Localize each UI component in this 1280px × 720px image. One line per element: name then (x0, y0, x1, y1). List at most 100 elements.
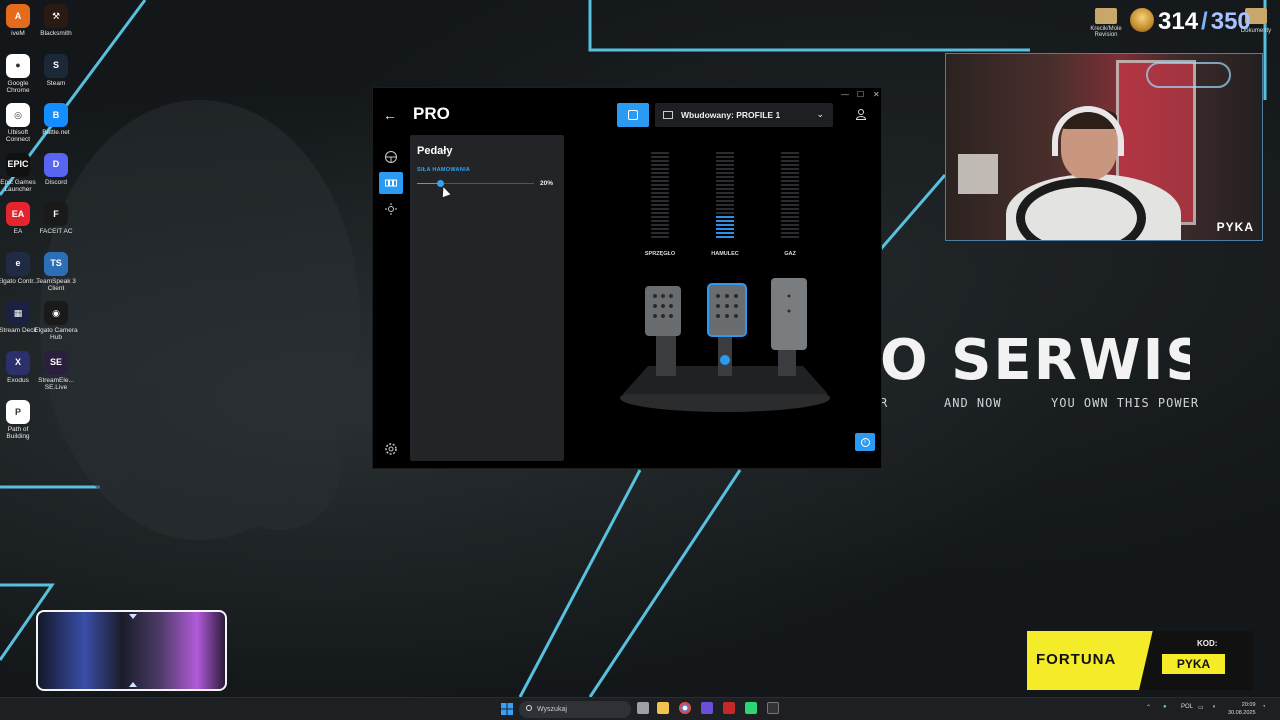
gaming-software-window: — ☐ ✕ ← PRO Wbudowany: PROFILE 1 ⌄ Pedał… (372, 87, 882, 469)
meter-segment (716, 192, 734, 194)
desktop-icon[interactable]: D Discord (34, 152, 78, 186)
lighting-icon[interactable] (384, 202, 398, 216)
task-view-icon[interactable] (637, 702, 649, 714)
webcam-name-tag: PYKA (1216, 220, 1254, 234)
back-arrow-icon[interactable]: ← (383, 107, 397, 123)
minimize-button[interactable]: — (841, 90, 849, 99)
meter-segment (716, 232, 734, 234)
pedal-meter (781, 152, 799, 242)
meter-segment (651, 160, 669, 162)
meter-segment (781, 168, 799, 170)
desktop-icon[interactable]: B Battle.net (34, 103, 78, 136)
meter-segment (651, 196, 669, 198)
meter-segment (781, 200, 799, 202)
meter-segment (651, 172, 669, 174)
search-icon (526, 705, 532, 711)
app-icon: ⚒ (44, 4, 68, 28)
chip-icon (628, 110, 638, 120)
desktop-icon[interactable]: S Steam (34, 53, 78, 87)
meter-segment (781, 156, 799, 158)
overlay-title: O SERWIS (880, 328, 1190, 392)
clock[interactable]: 20:09 30.08.2025 (1228, 701, 1256, 717)
gear-icon[interactable] (384, 442, 398, 456)
desktop-icon[interactable]: F FACEIT AC (34, 202, 78, 235)
meter-segment (651, 216, 669, 218)
meter-segment (716, 152, 734, 154)
logitech-ghub-icon[interactable] (767, 702, 779, 714)
meter-segment (716, 224, 734, 226)
file-explorer-icon[interactable] (657, 702, 669, 714)
pedals-nav-button[interactable] (379, 172, 403, 194)
sponsor-brand: FORTUNA (1036, 651, 1117, 668)
desktop-icon-label: Steam (46, 79, 66, 87)
meter-segment (781, 208, 799, 210)
notification-bell-icon[interactable]: ◔ (1262, 704, 1266, 710)
info-button[interactable]: i (855, 433, 875, 451)
desktop-icon[interactable]: P Path of Building (0, 400, 40, 440)
volume-icon[interactable]: ◖ (1212, 704, 1216, 710)
desktop-icon-label: Blacksmith (40, 30, 72, 37)
meter-segment (781, 232, 799, 234)
profile-dropdown[interactable]: Wbudowany: PROFILE 1 ⌄ (655, 103, 833, 127)
onboard-memory-button[interactable] (617, 103, 649, 127)
app-icon: ▦ (6, 301, 30, 325)
microphone-icon[interactable]: ● (1163, 704, 1167, 710)
app-icon[interactable] (723, 702, 735, 714)
meter-segment (651, 212, 669, 214)
clock-date: 30.08.2025 (1228, 710, 1256, 716)
folder-icon[interactable] (1095, 8, 1117, 24)
webcam-lamp (958, 154, 998, 194)
tray-overflow-icon[interactable]: ⌃ (1146, 704, 1151, 711)
sponsor-code: PYKA (1162, 654, 1225, 674)
close-button[interactable]: ✕ (873, 90, 880, 99)
sponsor-banner: FORTUNA KOD: PYKA (1027, 631, 1253, 690)
pedals-icon (385, 179, 397, 187)
desktop-icon[interactable]: SE StreamEle... SE.Live (34, 350, 78, 391)
meter-segment (651, 220, 669, 222)
desktop-icon-label: FACEIT AC (39, 228, 73, 235)
meter-segment (716, 176, 734, 178)
sponsor-code-label: KOD: (1197, 639, 1218, 648)
clutch-pedal (645, 286, 681, 336)
app-icon: EA (6, 202, 30, 226)
windows-start-icon[interactable] (501, 703, 513, 715)
device-title: PRO (413, 104, 450, 123)
brake-force-label: SIŁA HAMOWANIA (417, 167, 471, 173)
network-icon[interactable]: ▭ (1198, 704, 1204, 711)
meter-segment (651, 180, 669, 182)
desktop-icon[interactable]: ◉ Elgato Camera Hub (34, 301, 78, 341)
meter-segment (651, 152, 669, 154)
meter-segment (651, 204, 669, 206)
meter-segment (781, 192, 799, 194)
meter-segment (716, 228, 734, 230)
slider-thumb[interactable] (437, 180, 445, 187)
app-icon[interactable] (745, 702, 757, 714)
brake-pedal (707, 283, 747, 337)
counter-value: 314 (1158, 8, 1199, 35)
meter-segment (716, 156, 734, 158)
pedal-meter-label: GAZ (784, 251, 796, 257)
mouse-cursor-icon (439, 185, 451, 198)
app-icon: P (6, 400, 30, 424)
meter-segment (781, 160, 799, 162)
maximize-button[interactable]: ☐ (857, 90, 864, 99)
language-indicator[interactable]: POL (1181, 704, 1193, 710)
meter-segment (781, 224, 799, 226)
overlay-subtitle-middle: AND NOW (944, 396, 1002, 410)
meter-segment (716, 204, 734, 206)
taskbar: Wyszukaj ⌃ ● POL ▭ ◖ 20:09 30.08.2025 ◔ (0, 697, 1280, 720)
meter-segment (716, 220, 734, 222)
taskbar-search[interactable]: Wyszukaj (519, 701, 631, 718)
meter-segment (781, 204, 799, 206)
meter-segment (781, 196, 799, 198)
steering-wheel-icon[interactable] (384, 150, 398, 164)
desktop-icon[interactable]: TS TeamSpeak 3 Client (34, 251, 78, 292)
brake-force-slider[interactable] (417, 180, 534, 187)
meter-segment (781, 236, 799, 238)
meter-segment (651, 188, 669, 190)
meter-segment (716, 184, 734, 186)
desktop-icon[interactable]: ⚒ Blacksmith (34, 4, 78, 37)
app-icon[interactable] (701, 702, 713, 714)
chrome-icon[interactable] (679, 702, 691, 714)
user-account-icon[interactable] (855, 108, 867, 120)
